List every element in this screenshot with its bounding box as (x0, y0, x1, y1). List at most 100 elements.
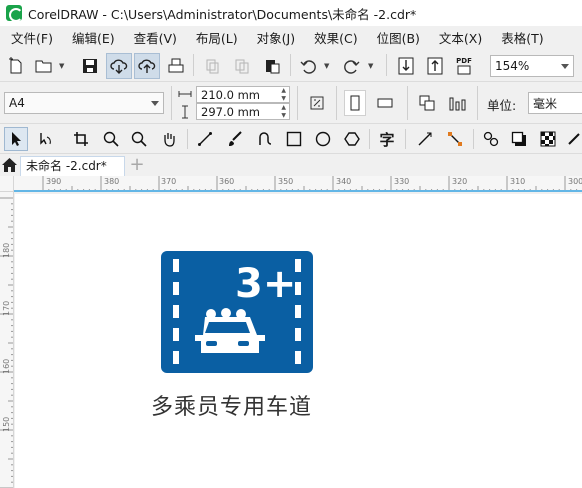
zoom-tool-icon[interactable] (100, 128, 122, 150)
page-size-dropdown-arrow-icon[interactable] (151, 101, 159, 106)
toolbox: 字 (0, 124, 582, 154)
ruler-label: 360 (219, 177, 235, 186)
ruler-origin[interactable] (0, 176, 14, 192)
menu-edit[interactable]: 编辑(E) (72, 28, 115, 47)
page-width-field[interactable]: 210.0 mm ▲ ▼ (196, 86, 290, 103)
new-document-icon[interactable] (6, 56, 26, 76)
crop-tool-icon[interactable] (70, 128, 92, 150)
bezier-curve-tool-icon[interactable] (254, 128, 276, 150)
transparency-tool-icon[interactable] (537, 128, 559, 150)
document-tab-bar: 未命名 -2.cdr* + (0, 154, 582, 176)
coreldraw-window: CorelDRAW - C:\Users\Administrator\Docum… (0, 0, 582, 488)
units-value: 毫米 (533, 96, 558, 111)
redo-dropdown-arrow-icon[interactable]: ▼ (368, 62, 373, 70)
menu-table[interactable]: 表格(T) (501, 28, 543, 47)
hov-lane-sign[interactable]: 3+ (161, 251, 313, 373)
toolbar-separator (290, 54, 291, 76)
units-label: 单位: (487, 98, 517, 113)
page-size-combo[interactable]: A4 (4, 92, 164, 114)
width-spinner-icon[interactable]: ▲ ▼ (281, 87, 286, 103)
connector-tool-icon[interactable] (444, 128, 466, 150)
drop-shadow-tool-icon[interactable] (508, 128, 530, 150)
ruler-label: 370 (161, 177, 177, 186)
all-pages-layout-icon[interactable] (416, 92, 438, 114)
menu-layout[interactable]: 布局(L) (196, 28, 238, 47)
undo-dropdown-arrow-icon[interactable]: ▼ (324, 62, 329, 70)
toolbar-separator (477, 86, 478, 120)
property-bar: A4 210.0 mm ▲ ▼ 297.0 mm ▲ ▼ 单位: 毫米 (0, 82, 582, 124)
artistic-media-tool-icon[interactable] (224, 128, 246, 150)
ruler-label: 320 (452, 177, 468, 186)
ruler-label: 160 (2, 358, 11, 374)
menu-effects[interactable]: 效果(C) (314, 28, 357, 47)
parallel-dimension-tool-icon[interactable] (414, 128, 436, 150)
current-page-layout-icon[interactable] (446, 92, 468, 114)
cut-icon (202, 56, 222, 76)
eyedropper-tool-icon[interactable] (566, 128, 582, 150)
all-pages-icon[interactable] (306, 92, 328, 114)
text-tool-icon[interactable]: 字 (376, 128, 398, 150)
ruler-label: 340 (336, 177, 352, 186)
landscape-icon[interactable] (374, 92, 396, 114)
toolbar-separator (369, 129, 370, 149)
toolbar-separator (386, 54, 387, 76)
home-icon[interactable] (1, 157, 17, 173)
page-width-icon (176, 86, 194, 102)
zoom-out-tool-icon[interactable] (128, 128, 150, 150)
toolbar-separator (336, 86, 337, 120)
zoom-level-value: 154% (495, 59, 530, 73)
export-icon[interactable] (425, 56, 445, 76)
blend-tool-icon[interactable] (480, 128, 502, 150)
ruler-label: 180 (2, 242, 11, 258)
ruler-label: 390 (46, 177, 62, 186)
sign-number: 3+ (235, 261, 296, 307)
page-height-field[interactable]: 297.0 mm ▲ ▼ (196, 103, 290, 120)
add-document-tab-button[interactable]: + (128, 156, 146, 176)
paste-icon[interactable] (262, 56, 282, 76)
cloud-upload-icon[interactable] (134, 53, 160, 79)
vertical-ruler-ticks (0, 197, 13, 488)
ruler-label: 150 (2, 416, 11, 432)
coreldraw-logo-icon (6, 5, 22, 21)
save-icon[interactable] (80, 56, 100, 76)
menu-bitmaps[interactable]: 位图(B) (377, 28, 420, 47)
document-tab-label: 未命名 -2.cdr* (26, 159, 107, 173)
sign-caption[interactable]: 多乘员专用车道 (151, 389, 312, 421)
menu-view[interactable]: 查看(V) (134, 28, 177, 47)
zoom-level-combo[interactable]: 154% (490, 55, 574, 77)
height-spinner-icon[interactable]: ▲ ▼ (281, 104, 286, 120)
title-bar: CorelDRAW - C:\Users\Administrator\Docum… (0, 0, 582, 26)
ruler-label: 330 (394, 177, 410, 186)
pick-tool-icon[interactable] (4, 127, 28, 151)
page-height-value: 297.0 mm (201, 104, 260, 119)
print-icon[interactable] (166, 56, 186, 76)
cloud-download-icon[interactable] (106, 53, 132, 79)
toolbar-separator (405, 129, 406, 149)
freehand-tool-icon[interactable] (194, 128, 216, 150)
zoom-dropdown-arrow-icon[interactable] (561, 64, 569, 69)
menu-file[interactable]: 文件(F) (11, 28, 53, 47)
open-folder-icon[interactable] (34, 56, 54, 76)
ruler-label: 380 (104, 177, 120, 186)
document-tab[interactable]: 未命名 -2.cdr* (20, 156, 125, 176)
drawing-canvas[interactable]: 3+ 多乘员专用车道 (15, 194, 582, 488)
redo-icon[interactable] (342, 56, 362, 76)
ellipse-tool-icon[interactable] (312, 128, 334, 150)
vertical-ruler[interactable]: 180 170 160 150 (0, 192, 14, 488)
toolbar-separator (407, 86, 408, 120)
polygon-tool-icon[interactable] (341, 128, 363, 150)
pan-tool-icon[interactable] (158, 128, 180, 150)
menu-text[interactable]: 文本(X) (439, 28, 482, 47)
menu-object[interactable]: 对象(J) (257, 28, 295, 47)
horizontal-ruler[interactable]: 390 380 370 360 350 340 330 320 310 300 (14, 176, 582, 192)
publish-pdf-icon[interactable]: PDF (453, 54, 475, 78)
toolbar-separator (171, 86, 172, 120)
rectangle-tool-icon[interactable] (283, 128, 305, 150)
portrait-icon[interactable] (344, 90, 366, 116)
open-dropdown-arrow-icon[interactable]: ▼ (59, 62, 64, 70)
shape-tool-icon[interactable] (34, 128, 56, 150)
undo-icon[interactable] (298, 56, 318, 76)
import-icon[interactable] (396, 56, 416, 76)
units-combo[interactable]: 毫米 (528, 92, 582, 114)
pdf-label: PDF (456, 57, 472, 65)
